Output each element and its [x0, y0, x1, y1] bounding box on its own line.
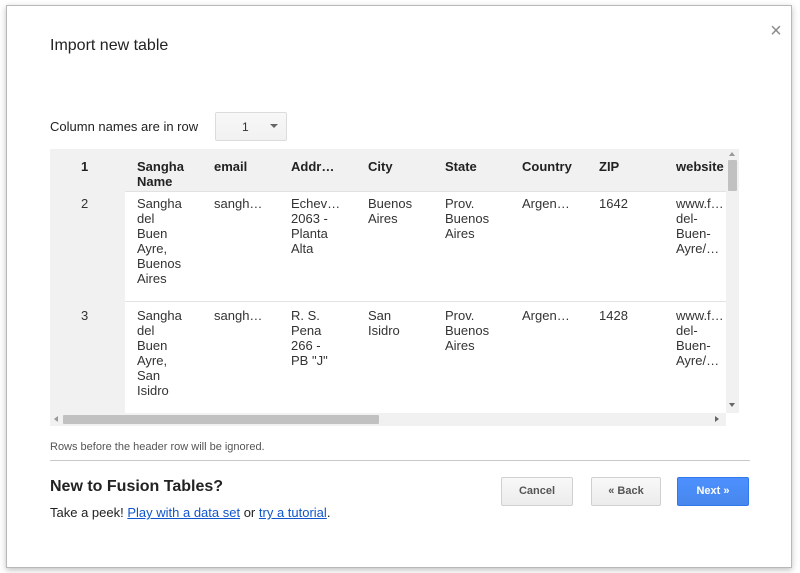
- table-cell: Sangha del Buen Ayre, Buenos Aires: [137, 196, 182, 286]
- table-cell: sangh…: [214, 196, 263, 211]
- column-header: Addr…: [291, 159, 335, 174]
- vertical-scrollbar[interactable]: [726, 149, 739, 413]
- column-row-select-value: 1: [242, 120, 249, 134]
- row-number-column: [50, 149, 125, 413]
- scroll-left-icon[interactable]: [54, 416, 58, 422]
- table-cell: San Isidro: [368, 308, 400, 338]
- horizontal-scroll-thumb[interactable]: [63, 415, 379, 424]
- table-cell: Argen…: [522, 196, 570, 211]
- new-to-fusion-heading: New to Fusion Tables?: [50, 478, 224, 495]
- vertical-scroll-thumb[interactable]: [728, 160, 737, 191]
- column-header: Country: [522, 159, 572, 174]
- import-table-dialog: × Import new table Column names are in r…: [6, 5, 792, 568]
- try-tutorial-link[interactable]: try a tutorial: [259, 505, 327, 520]
- column-header: State: [445, 159, 477, 174]
- cancel-button[interactable]: Cancel: [501, 477, 573, 506]
- scroll-right-icon[interactable]: [715, 416, 719, 422]
- table-cell: www.f… del- Buen- Ayre/…: [676, 196, 724, 256]
- horizontal-scrollbar[interactable]: [50, 413, 726, 426]
- table-cell: 1428: [599, 308, 628, 323]
- table-cell: sangh…: [214, 308, 263, 323]
- table-cell: Buenos Aires: [368, 196, 413, 226]
- table-cell: Sangha del Buen Ayre, San Isidro: [137, 308, 182, 398]
- dialog-title: Import new table: [50, 37, 169, 54]
- table-cell: Echev… 2063 - Planta Alta: [291, 196, 341, 256]
- row-number: 2: [81, 196, 89, 211]
- preview-table: 1 Sangha Name email Addr… City State Cou…: [50, 149, 739, 413]
- peek-suffix: .: [326, 505, 331, 520]
- column-header: email: [214, 159, 248, 174]
- row-divider: [125, 301, 726, 302]
- table-cell: R. S. Pena 266 - PB "J": [291, 308, 328, 368]
- column-header: ZIP: [599, 159, 620, 174]
- table-cell: Argen…: [522, 308, 570, 323]
- column-names-label: Column names are in row: [50, 119, 199, 134]
- header-row-note: Rows before the header row will be ignor…: [50, 441, 265, 453]
- table-cell: 1642: [599, 196, 628, 211]
- close-icon[interactable]: ×: [768, 21, 784, 41]
- column-header: website: [676, 159, 724, 174]
- chevron-down-icon: [270, 124, 278, 128]
- divider: [50, 460, 750, 461]
- header-row-number: 1: [81, 159, 89, 174]
- peek-mid: or: [243, 505, 256, 520]
- play-data-set-link[interactable]: Play with a data set: [127, 505, 240, 520]
- column-header: Sangha Name: [137, 159, 184, 189]
- table-cell: Prov. Buenos Aires: [445, 308, 490, 353]
- column-header: City: [368, 159, 393, 174]
- table-cell: www.f… del- Buen- Ayre/…: [676, 308, 724, 368]
- back-button[interactable]: « Back: [591, 477, 661, 506]
- take-a-peek-text: Take a peek! Play with a data set or try…: [50, 505, 330, 520]
- column-row-select[interactable]: 1: [215, 112, 287, 141]
- peek-prefix: Take a peek!: [50, 505, 124, 520]
- next-button[interactable]: Next »: [677, 477, 749, 506]
- row-number: 3: [81, 308, 89, 323]
- scroll-up-icon[interactable]: [729, 152, 735, 156]
- table-cell: Prov. Buenos Aires: [445, 196, 490, 241]
- scroll-down-icon[interactable]: [729, 403, 735, 407]
